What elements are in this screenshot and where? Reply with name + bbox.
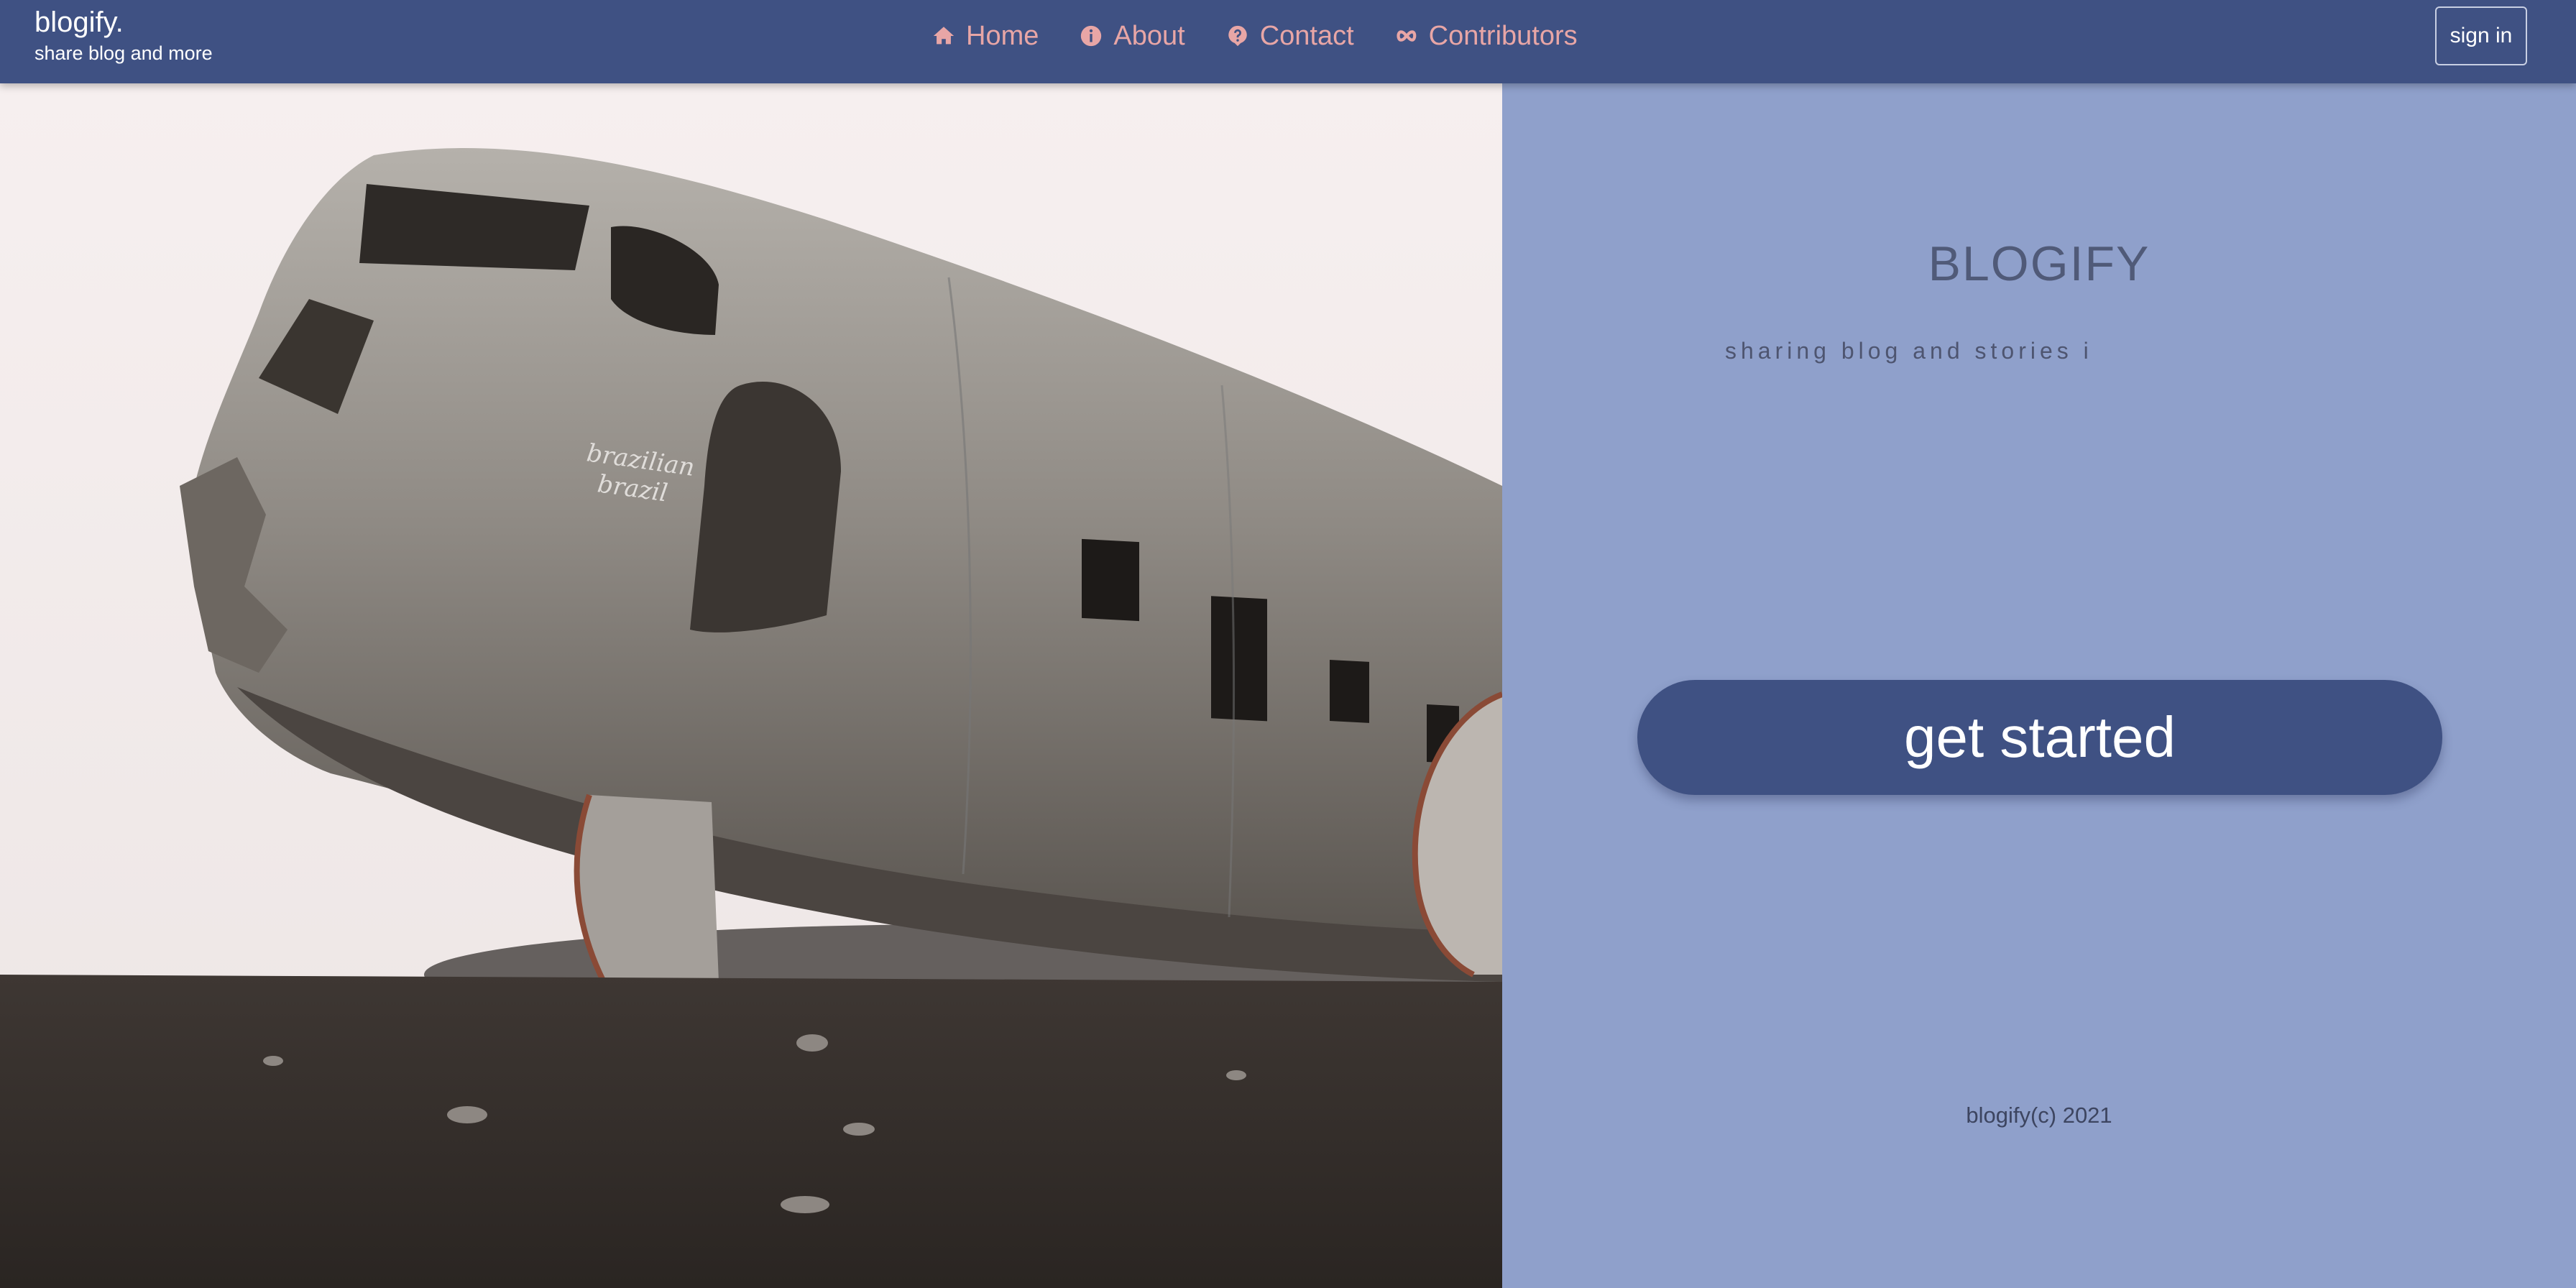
nav-about-label: About [1113, 20, 1185, 51]
question-icon [1228, 25, 1247, 47]
brand-subtitle: share blog and more [34, 42, 213, 64]
info-icon [1081, 25, 1102, 47]
nav-contact[interactable]: Contact [1225, 21, 1354, 52]
infinity-icon [1397, 30, 1417, 42]
get-started-button[interactable]: get started [1637, 680, 2442, 795]
nav-home-label: Home [966, 20, 1039, 51]
sign-in-button[interactable]: sign in [2435, 6, 2527, 65]
footer-copyright: blogify(c) 2021 [1966, 1103, 2112, 1128]
brand-title[interactable]: blogify. [34, 4, 213, 40]
home-icon [933, 27, 954, 45]
nav-contributors-label: Contributors [1428, 20, 1578, 51]
hero-image: brazilian brazil [0, 83, 1502, 1288]
intro-panel: BLOGIFY sharing blog and stories i get s… [1502, 83, 2576, 1288]
nav-contributors[interactable]: Contributors [1394, 21, 1578, 52]
top-navbar: blogify. share blog and more Home About … [0, 0, 2576, 83]
nav-contact-label: Contact [1259, 20, 1354, 51]
nav-links: Home About Contact Contributors [932, 16, 1578, 56]
panel-title: BLOGIFY [1928, 236, 2150, 291]
panel-tagline: sharing blog and stories i [1725, 338, 2093, 364]
brand[interactable]: blogify. share blog and more [34, 4, 213, 66]
nav-about[interactable]: About [1079, 20, 1185, 52]
crashed-airplane-photo: brazilian brazil [0, 83, 1502, 1288]
nav-home[interactable]: Home [932, 21, 1039, 52]
